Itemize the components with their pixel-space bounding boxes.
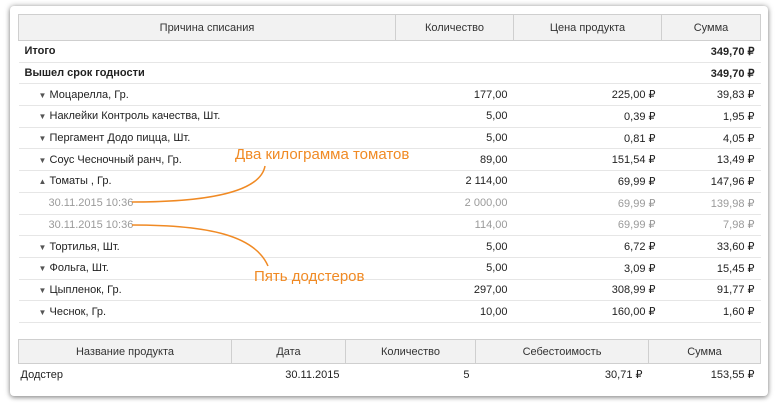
tomatoes-annotation-line: [131, 165, 266, 203]
annotation-lines: [131, 165, 269, 267]
dodsters-annotation-line: [131, 224, 269, 267]
report-card: Причина списания Количество Цена продукт…: [10, 6, 768, 396]
dodsters-annotation: Пять додстеров: [254, 268, 365, 285]
tomatoes-annotation: Два килограмма томатов: [235, 146, 410, 163]
